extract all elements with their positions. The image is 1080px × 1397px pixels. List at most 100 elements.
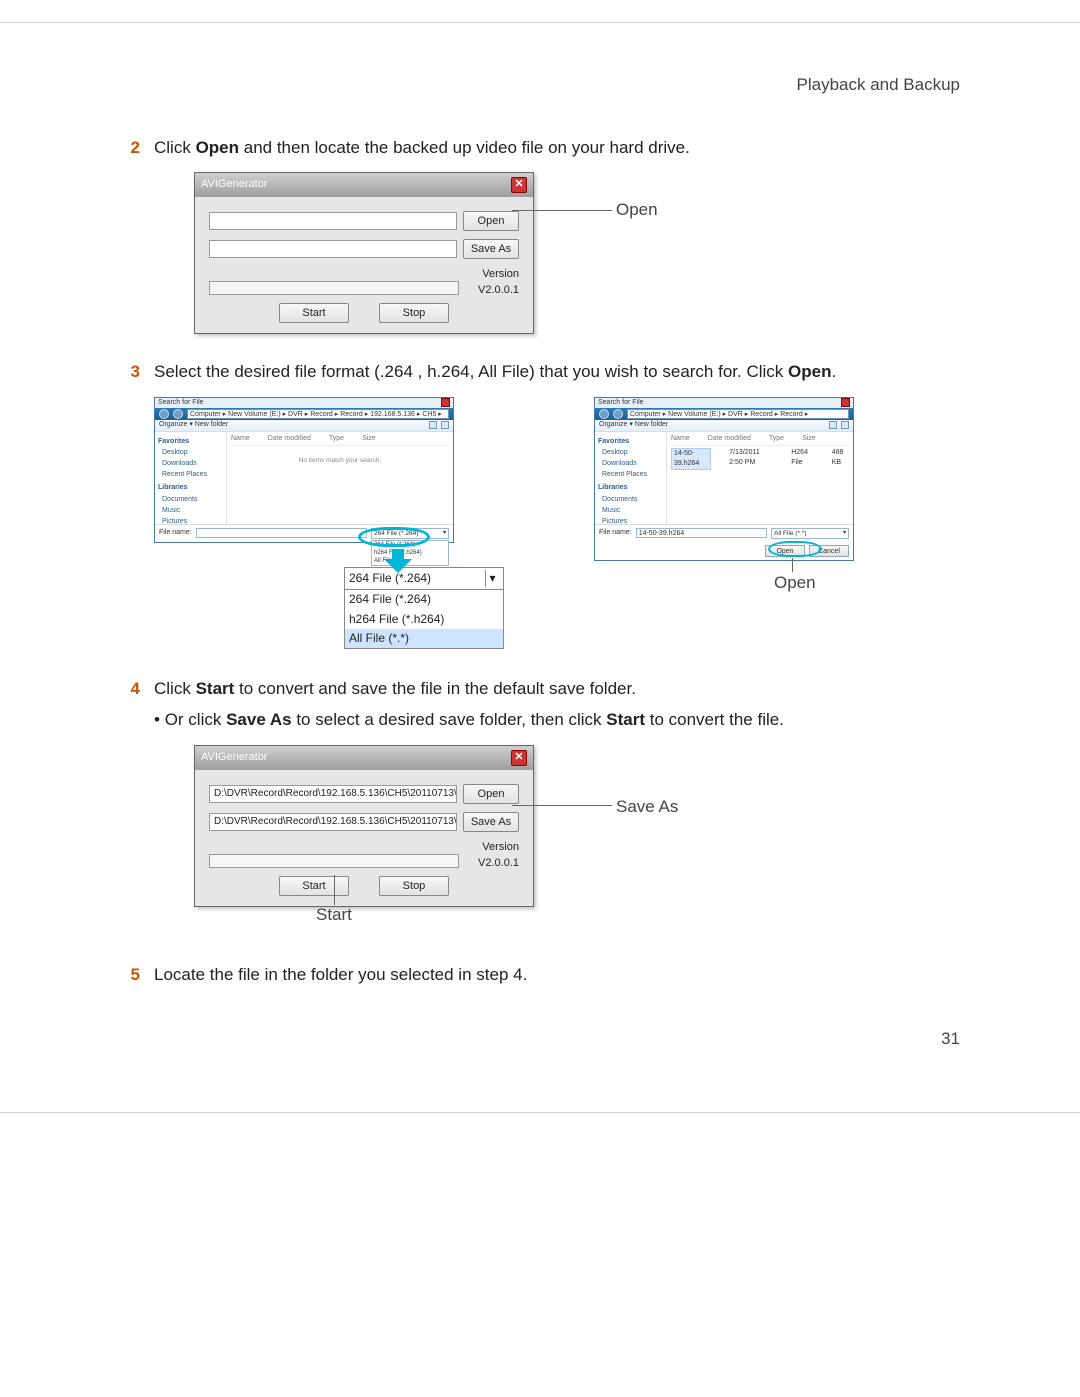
callout-line [512, 805, 612, 806]
source-path-input[interactable] [209, 212, 457, 230]
step-text: Locate the file in the folder you select… [154, 965, 527, 984]
source-path-input[interactable]: D:\DVR\Record\Record\192.168.5.136\CH5\2… [209, 785, 457, 803]
nav-back-icon[interactable] [599, 409, 609, 419]
file-name-cell: 14-50-39.h264 [671, 448, 711, 470]
stop-button[interactable]: Stop [379, 876, 449, 896]
figure-avigenerator-empty: AVIGenerator ✕ Open Save As V [194, 172, 960, 332]
file-type-dropdown[interactable]: All File (*.*) ▾ [771, 528, 849, 539]
side-item[interactable]: Downloads [598, 459, 663, 469]
view-icon[interactable] [829, 421, 837, 429]
toolbar-left[interactable]: Organize ▾ New folder [599, 420, 668, 430]
address-bar[interactable]: Computer ▸ New Volume (E:) ▸ DVR ▸ Recor… [187, 409, 449, 419]
highlight-ring-icon [768, 541, 822, 557]
side-item[interactable]: Downloads [158, 459, 223, 469]
col-size[interactable]: Size [802, 434, 816, 444]
close-icon[interactable]: ✕ [511, 177, 527, 193]
file-type-option[interactable]: h264 File (*.h264) [374, 549, 446, 557]
toolbar-left[interactable]: Organize ▾ New folder [159, 420, 228, 430]
side-item[interactable]: Recent Places [158, 470, 223, 480]
save-as-button[interactable]: Save As [463, 239, 519, 259]
dest-path-input[interactable] [209, 240, 457, 258]
document-page: Playback and Backup 2 Click Open and the… [0, 22, 1080, 1113]
dropdown-option[interactable]: h264 File (*.h264) [345, 610, 503, 629]
column-headers[interactable]: Name Date modified Type Size [671, 434, 849, 446]
step-number: 5 [120, 963, 140, 988]
start-button[interactable]: Start [279, 303, 349, 323]
side-item[interactable]: Music [158, 506, 223, 516]
figure-avigenerator-filled: AVIGenerator ✕ D:\DVR\Record\Record\192.… [194, 745, 960, 935]
side-group-libraries: Libraries [158, 483, 223, 493]
file-type-cell: H264 File [791, 448, 814, 470]
col-type[interactable]: Type [769, 434, 784, 444]
address-bar[interactable]: Computer ▸ New Volume (E:) ▸ DVR ▸ Recor… [627, 409, 849, 419]
start-button[interactable]: Start [279, 876, 349, 896]
dropdown-selected[interactable]: 264 File (*.264) ▾ [345, 568, 503, 590]
file-name-input[interactable] [196, 528, 367, 538]
col-name[interactable]: Name [231, 434, 250, 444]
close-icon[interactable]: ✕ [511, 750, 527, 766]
step-text: Click [154, 679, 196, 698]
dialog-titlebar: Search for File [595, 398, 853, 408]
help-icon[interactable] [841, 421, 849, 429]
step-text: and then locate the backed up video file… [239, 138, 690, 157]
nav-forward-icon[interactable] [613, 409, 623, 419]
nav-pane[interactable]: Favorites Desktop Downloads Recent Place… [595, 432, 667, 524]
step-text: Or click [165, 710, 226, 729]
progress-bar [209, 281, 459, 295]
side-item[interactable]: Documents [598, 495, 663, 505]
side-item[interactable]: Desktop [598, 448, 663, 458]
side-item[interactable]: Recent Places [598, 470, 663, 480]
step-number: 4 [120, 677, 140, 934]
keyword-saveas: Save As [226, 710, 292, 729]
nav-forward-icon[interactable] [173, 409, 183, 419]
page-number: 31 [120, 1027, 960, 1052]
save-as-button[interactable]: Save As [463, 812, 519, 832]
step-body: Select the desired file format (.264 , h… [154, 360, 960, 649]
file-row[interactable]: 14-50-39.h264 7/13/2011 2:50 PM H264 Fil… [671, 448, 849, 470]
side-item[interactable]: Music [598, 506, 663, 516]
col-date[interactable]: Date modified [268, 434, 311, 444]
file-name-row: File name: 14-50-39.h264 All File (*.*) … [595, 524, 853, 542]
toolbar: Organize ▾ New folder [595, 420, 853, 432]
side-item[interactable]: Pictures [598, 517, 663, 524]
side-group-libraries: Libraries [598, 483, 663, 493]
dialog-titlebar: AVIGenerator ✕ [195, 173, 533, 197]
empty-message: No items match your search. [231, 456, 449, 465]
dialog-titlebar: Search for File [155, 398, 453, 408]
file-open-dialog-left: Search for File Computer ▸ New Volume (E… [154, 397, 454, 543]
col-name[interactable]: Name [671, 434, 690, 444]
step-number: 2 [120, 136, 140, 333]
column-headers[interactable]: Name Date modified Type Size [231, 434, 449, 446]
callout-open: Open [774, 571, 816, 596]
callout-line [334, 875, 335, 905]
step-text: to convert the file. [645, 710, 784, 729]
side-item[interactable]: Pictures [158, 517, 223, 524]
dropdown-option[interactable]: All File (*.*) [345, 629, 503, 648]
open-button[interactable]: Open [463, 211, 519, 231]
callout-open: Open [616, 198, 658, 223]
side-item[interactable]: Desktop [158, 448, 223, 458]
close-icon[interactable] [841, 398, 850, 407]
help-icon[interactable] [441, 421, 449, 429]
view-icon[interactable] [429, 421, 437, 429]
dropdown-option[interactable]: 264 File (*.264) [345, 590, 503, 609]
col-type[interactable]: Type [329, 434, 344, 444]
nav-back-icon[interactable] [159, 409, 169, 419]
file-name-input[interactable]: 14-50-39.h264 [636, 528, 767, 538]
open-button[interactable]: Open [463, 784, 519, 804]
highlight-ring-icon [358, 527, 430, 547]
col-date[interactable]: Date modified [708, 434, 751, 444]
nav-bar: Computer ▸ New Volume (E:) ▸ DVR ▸ Recor… [595, 408, 853, 420]
progress-bar [209, 854, 459, 868]
close-icon[interactable] [441, 398, 450, 407]
dest-path-input[interactable]: D:\DVR\Record\Record\192.168.5.136\CH5\2… [209, 813, 457, 831]
dialog-title: AVIGenerator [201, 750, 267, 766]
callout-line [792, 558, 793, 572]
arrow-stem-icon [392, 549, 404, 559]
side-item[interactable]: Documents [158, 495, 223, 505]
file-type-value: All File (*.*) [774, 529, 807, 538]
nav-pane[interactable]: Favorites Desktop Downloads Recent Place… [155, 432, 227, 524]
step-text: to select a desired save folder, then cl… [292, 710, 607, 729]
stop-button[interactable]: Stop [379, 303, 449, 323]
col-size[interactable]: Size [362, 434, 376, 444]
